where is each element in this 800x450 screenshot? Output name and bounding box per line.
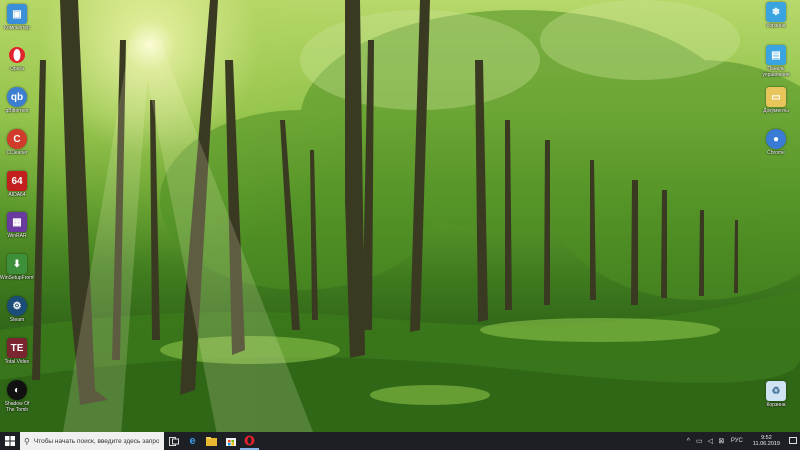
start-button[interactable] (0, 432, 20, 450)
action-center-button[interactable] (786, 432, 800, 450)
desktop-icon[interactable]: 64 AIDA64 (0, 171, 34, 198)
antivirus-icon[interactable]: ⊠ (716, 432, 727, 450)
desktop-icon[interactable]: ● Chrome (759, 129, 793, 156)
desktop-icon[interactable]: TE Total Video (0, 338, 34, 365)
video-app-icon: TE (7, 338, 27, 358)
edge-button[interactable]: e (183, 432, 202, 450)
desktop-icon-label: Документы (763, 108, 789, 114)
recycle-bin-icon: ❄ (766, 2, 786, 22)
desktop-icon-label: WinRAR (7, 233, 27, 239)
desktop-icon-label: Steam (9, 317, 25, 323)
aida64-icon: 64 (7, 171, 27, 191)
search-box[interactable]: ⚲ (20, 432, 164, 450)
desktop-icon[interactable]: ⬇ WinSetupFromUSB (0, 254, 34, 281)
desktop-icon-label: Shadow Of The Tomb (4, 401, 30, 413)
store-icon (225, 438, 236, 446)
chrome-icon: ● (766, 129, 786, 149)
computer-icon: ▣ (7, 4, 27, 24)
desktop-icon[interactable]: ▦ WinRAR (0, 212, 34, 239)
desktop-wallpaper (0, 0, 800, 450)
desktop-icon[interactable]: ▭ Документы (759, 87, 793, 114)
clock[interactable]: 9:52 11.06.2019 (747, 435, 786, 448)
desktop-icon-label: Total Video (4, 359, 30, 365)
winrar-icon: ▦ (7, 212, 27, 232)
volume-icon[interactable]: ◁ (705, 432, 716, 450)
file-explorer-icon (206, 436, 217, 446)
ccleaner-icon: C (7, 129, 27, 149)
desktop-icon[interactable]: ▤ Панель управления (759, 45, 793, 78)
desktop-icon[interactable]: ⚙ Steam (0, 296, 34, 323)
opera-icon (244, 435, 255, 445)
store-button[interactable] (221, 432, 240, 450)
game-icon: ◐ (7, 380, 27, 400)
desktop-icon-label: qBittorrent (5, 108, 29, 114)
recycle-bin-icon: ♻ (766, 381, 786, 401)
notification-icon (789, 437, 797, 444)
desktop-icon[interactable]: ♻ Корзина (759, 381, 793, 408)
search-icon: ⚲ (24, 436, 30, 446)
task-view-icon (168, 436, 179, 446)
search-input[interactable] (33, 437, 159, 445)
desktop-icon[interactable]: Opera (0, 45, 34, 72)
clock-date: 11.06.2019 (752, 441, 780, 447)
desktop-icon[interactable]: ◐ Shadow Of The Tomb (0, 380, 34, 413)
control-panel-icon: ▤ (766, 45, 786, 65)
desktop-icon-label: Opera (10, 66, 24, 72)
system-tray: ^ ▭ ◁ ⊠ РУС 9:52 11.06.2019 (683, 432, 800, 450)
desktop-icon-label: Панель управления (762, 66, 790, 78)
windows-logo-icon (5, 436, 15, 446)
desktop-icon[interactable]: ❄ Корзина (759, 2, 793, 29)
folder-icon: ▭ (766, 87, 786, 107)
desktop-icon-label: CCleaner (6, 150, 28, 156)
edge-icon: e (189, 435, 196, 447)
file-explorer-button[interactable] (202, 432, 221, 450)
desktop-icon[interactable]: ▣ Компьютер (0, 4, 34, 31)
network-icon[interactable]: ▭ (694, 432, 705, 450)
forest-scene (0, 0, 800, 450)
desktop-icon-label: Корзина (766, 402, 786, 408)
steam-icon: ⚙ (7, 296, 27, 316)
chevron-up-icon[interactable]: ^ (683, 432, 694, 450)
taskbar: ⚲ e ^ ▭ ◁ ⊠ РУС (0, 432, 800, 450)
desktop-icon-label: Chrome (767, 150, 785, 156)
qbittorrent-icon: qb (7, 87, 27, 107)
desktop-icon-label: Компьютер (4, 25, 30, 31)
desktop-icon[interactable]: C CCleaner (0, 129, 34, 156)
language-indicator[interactable]: РУС (727, 438, 747, 444)
installer-icon: ⬇ (7, 254, 27, 274)
opera-icon (7, 45, 27, 65)
desktop-icon[interactable]: qb qBittorrent (0, 87, 34, 114)
desktop-icon-label: WinSetupFromUSB (0, 275, 34, 281)
opera-taskbar-button[interactable] (240, 432, 259, 450)
desktop-icon-label: AIDA64 (8, 192, 26, 198)
desktop-icon-label: Корзина (766, 23, 786, 29)
task-view-button[interactable] (164, 432, 183, 450)
